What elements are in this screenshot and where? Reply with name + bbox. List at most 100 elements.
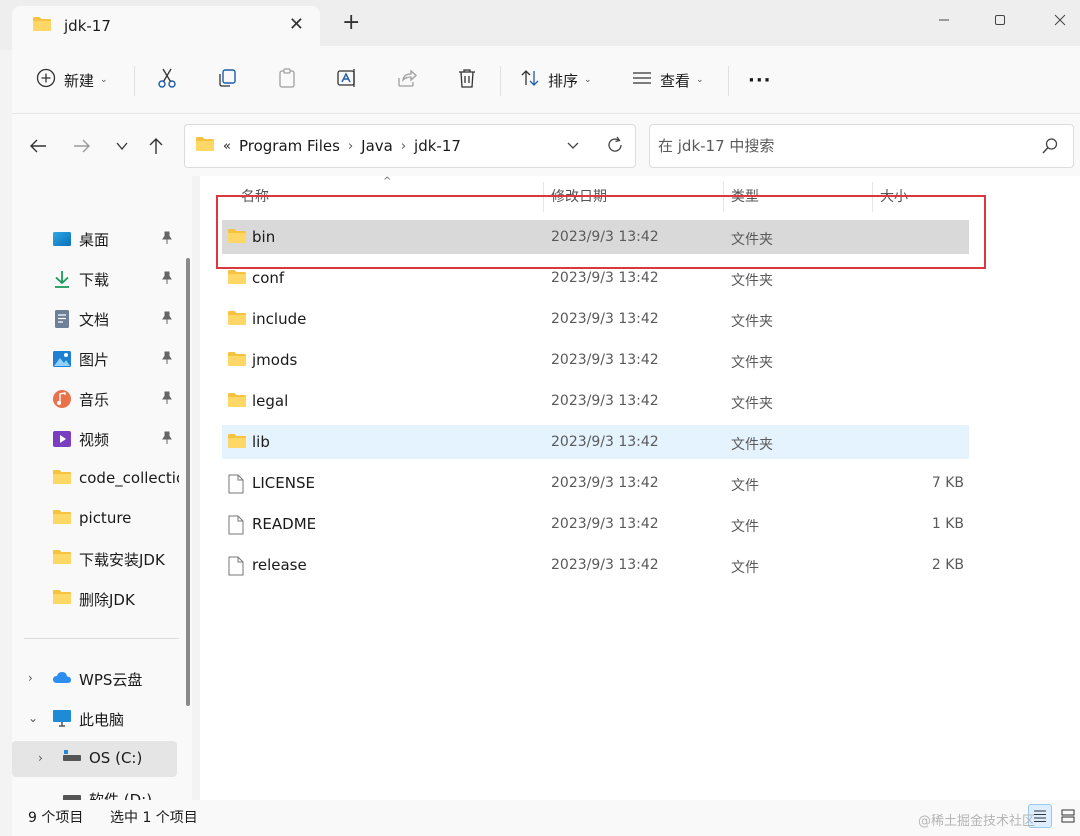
file-date: 2023/9/3 13:42 — [551, 434, 659, 450]
sort-ascending-icon: ^ — [383, 176, 392, 187]
pin-icon[interactable] — [160, 391, 174, 405]
plus-circle-icon — [36, 68, 56, 92]
file-date: 2023/9/3 13:42 — [551, 311, 659, 327]
table-row[interactable]: include 2023/9/3 13:42 文件夹 — [222, 302, 969, 336]
file-name: legal — [252, 392, 289, 410]
search-input[interactable] — [658, 135, 1018, 157]
share-button[interactable] — [396, 66, 418, 94]
file-icon — [227, 474, 245, 498]
copy-button[interactable] — [216, 66, 238, 94]
sidebar-item-drive-c[interactable]: › OS (C:) — [12, 741, 177, 777]
breadcrumb-program-files[interactable]: Program Files — [239, 137, 340, 155]
sidebar-item-desktop[interactable]: 桌面 — [12, 221, 180, 257]
sidebar-scrollbar-thumb[interactable] — [186, 258, 190, 706]
chevron-down-icon: ⌄ — [584, 75, 592, 85]
navigation-pane: 桌面 下载 文档 图片 音乐 视频 code_collecti picture … — [12, 176, 192, 800]
tab-title: jdk-17 — [64, 17, 111, 35]
delete-button[interactable] — [456, 66, 478, 94]
sidebar-item-install-jdk[interactable]: 下载安装JDK — [12, 541, 180, 577]
rename-button[interactable] — [336, 66, 358, 94]
sidebar-item-label: OS (C:) — [89, 749, 143, 767]
close-icon[interactable] — [1040, 6, 1080, 34]
sidebar-item-this-pc[interactable]: ⌄ 此电脑 — [12, 701, 180, 737]
chevron-right-icon[interactable]: › — [38, 751, 43, 765]
sidebar-item-label: 删除JDK — [79, 591, 135, 609]
chevron-down-icon[interactable]: ⌄ — [28, 711, 38, 725]
folder-icon — [52, 589, 72, 609]
up-arrow-icon[interactable] — [144, 134, 168, 158]
cut-button[interactable] — [156, 66, 178, 94]
search-icon[interactable] — [1041, 137, 1059, 159]
toolbar-divider — [134, 66, 135, 96]
pin-icon[interactable] — [160, 351, 174, 365]
tab-close-icon[interactable]: ✕ — [289, 16, 304, 34]
more-options-icon[interactable]: ··· — [748, 66, 772, 94]
file-date: 2023/9/3 13:42 — [551, 352, 659, 368]
pin-icon[interactable] — [160, 271, 174, 285]
paste-button[interactable] — [276, 66, 298, 94]
chevron-right-icon[interactable]: › — [401, 139, 406, 154]
pin-icon[interactable] — [160, 231, 174, 245]
back-arrow-icon[interactable] — [26, 134, 50, 158]
view-button-label: 查看 — [660, 71, 691, 90]
cloud-icon — [52, 669, 72, 689]
sort-button-label: 排序 — [548, 71, 579, 90]
computer-icon — [52, 709, 72, 729]
file-date: 2023/9/3 13:42 — [551, 475, 659, 491]
file-name: conf — [252, 269, 285, 287]
sidebar-item-delete-jdk[interactable]: 删除JDK — [12, 581, 180, 617]
tiles-view-icon[interactable] — [1056, 804, 1080, 828]
pin-icon[interactable] — [160, 311, 174, 325]
pin-icon[interactable] — [160, 431, 174, 445]
file-icon — [227, 556, 245, 580]
folder-icon — [195, 136, 215, 156]
sidebar-item-picture[interactable]: picture — [12, 501, 180, 537]
folder-icon — [227, 392, 247, 412]
minimize-icon[interactable] — [924, 6, 964, 34]
sidebar-item-music[interactable]: 音乐 — [12, 381, 180, 417]
table-row[interactable]: release 2023/9/3 13:42 文件 2 KB — [222, 548, 969, 582]
table-row[interactable]: LICENSE 2023/9/3 13:42 文件 7 KB — [222, 466, 969, 500]
search-box[interactable] — [649, 124, 1074, 168]
clipboard-icon — [276, 67, 298, 93]
address-dropdown-icon[interactable] — [565, 137, 581, 157]
new-tab-icon[interactable]: + — [342, 12, 360, 34]
file-type: 文件夹 — [731, 355, 773, 371]
sidebar-item-downloads[interactable]: 下载 — [12, 261, 180, 297]
sidebar-item-pictures[interactable]: 图片 — [12, 341, 180, 377]
sidebar-divider — [24, 638, 179, 639]
address-bar[interactable]: « Program Files › Java › jdk-17 — [184, 124, 636, 168]
chevron-right-icon[interactable]: › — [28, 671, 33, 685]
table-row[interactable]: lib 2023/9/3 13:42 文件夹 — [222, 425, 969, 459]
sidebar-item-drive-d[interactable]: 软件 (D:) — [12, 781, 180, 800]
file-type: 文件夹 — [731, 437, 773, 453]
sidebar-item-wps-cloud[interactable]: › WPS云盘 — [12, 661, 180, 697]
sidebar-item-code-collection[interactable]: code_collection — [12, 461, 180, 497]
breadcrumb-jdk-17[interactable]: jdk-17 — [414, 137, 461, 155]
sidebar-item-videos[interactable]: 视频 — [12, 421, 180, 457]
sort-icon — [520, 68, 540, 92]
file-size: 7 KB — [931, 475, 964, 491]
sort-button[interactable]: 排序 ⌄ — [520, 66, 592, 94]
file-type: 文件夹 — [731, 396, 773, 412]
forward-arrow-icon[interactable] — [70, 134, 94, 158]
recent-locations-chevron-icon[interactable] — [110, 134, 134, 158]
video-icon — [52, 429, 72, 449]
table-row[interactable]: jmods 2023/9/3 13:42 文件夹 — [222, 343, 969, 377]
file-size: 1 KB — [931, 516, 964, 532]
view-button[interactable]: 查看 ⌄ — [632, 66, 704, 94]
refresh-icon[interactable] — [605, 135, 625, 159]
table-row[interactable]: legal 2023/9/3 13:42 文件夹 — [222, 384, 969, 418]
copy-icon — [216, 67, 238, 93]
sidebar-item-documents[interactable]: 文档 — [12, 301, 180, 337]
maximize-icon[interactable] — [980, 6, 1020, 34]
tab-jdk-17[interactable]: jdk-17 ✕ — [12, 6, 320, 46]
file-icon — [227, 515, 245, 539]
new-button-label: 新建 — [64, 71, 95, 90]
table-row[interactable]: README 2023/9/3 13:42 文件 1 KB — [222, 507, 969, 541]
breadcrumb-java[interactable]: Java — [361, 137, 393, 155]
breadcrumb-overflow[interactable]: « — [223, 139, 231, 154]
chevron-right-icon[interactable]: › — [348, 139, 353, 154]
drive-icon — [62, 789, 82, 800]
new-button[interactable]: 新建 ⌄ — [36, 66, 108, 94]
